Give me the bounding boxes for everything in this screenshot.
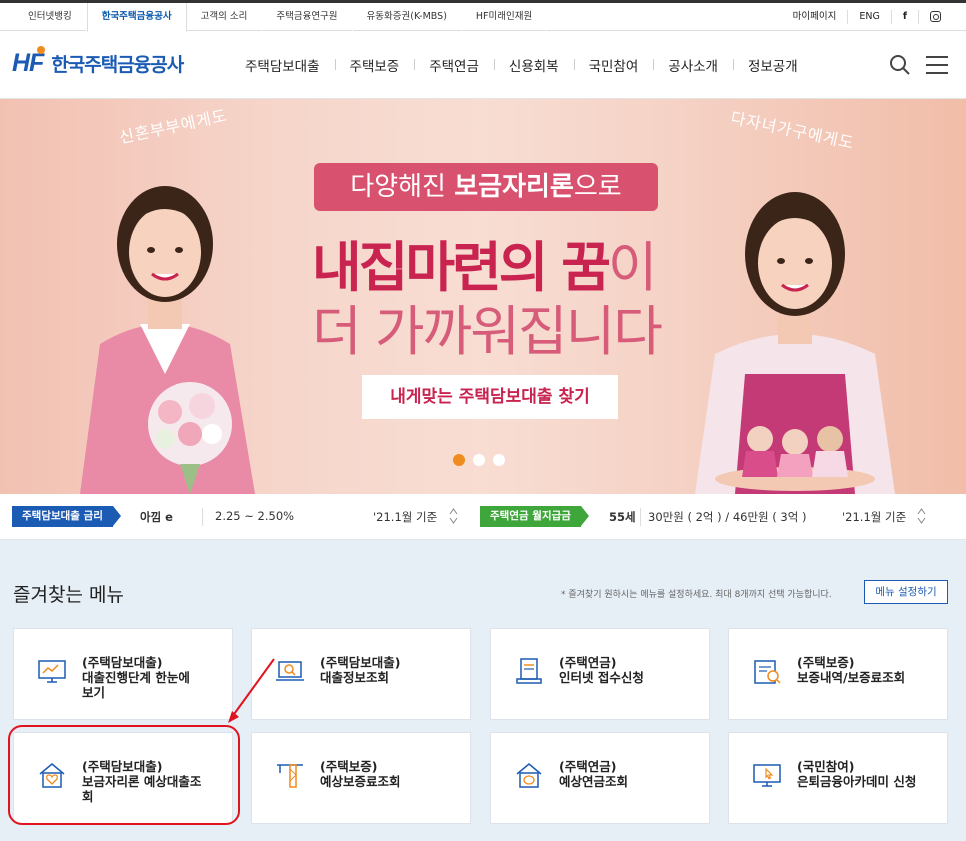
fav-card-loan-info[interactable]: (주택담보대출) 대출정보조회 xyxy=(251,628,471,720)
menu-settings-button[interactable]: 메뉴 설정하기 xyxy=(864,580,948,604)
nav-item-loan[interactable]: 주택담보대출 xyxy=(230,55,335,75)
model-left-image xyxy=(80,186,255,494)
logo-name: 한국주택금융공사 xyxy=(51,54,184,76)
mypage-link[interactable]: 마이페이지 xyxy=(782,10,848,24)
monitor-icon xyxy=(38,660,66,683)
slide-dot-1[interactable] xyxy=(453,454,465,466)
facebook-icon[interactable]: f xyxy=(890,10,918,24)
nav-item-credit[interactable]: 신용회복 xyxy=(493,55,574,75)
slide-dot-3[interactable] xyxy=(493,454,505,466)
card-category: (주택보증) xyxy=(320,759,378,774)
hamburger-menu-icon[interactable] xyxy=(926,56,948,74)
nav-item-disclosure[interactable]: 정보공개 xyxy=(732,55,813,75)
fav-card-guarantee-history[interactable]: (주택보증) 보증내역/보증료조회 xyxy=(728,628,948,720)
card-label: 예상연금조회 xyxy=(559,774,629,789)
card-label: 은퇴금융아카데미 신청 xyxy=(797,774,917,789)
main-nav: 주택담보대출 주택보증 주택연금 신용회복 국민참여 공사소개 정보공개 xyxy=(230,31,813,99)
site-tab-internet-banking[interactable]: 인터넷뱅킹 xyxy=(14,3,87,31)
loan-product-name: 아낌 e xyxy=(140,510,173,524)
favorites-title: 즐겨찾는 메뉴 xyxy=(13,584,124,606)
house-piggy-icon xyxy=(516,763,542,788)
logo-mark: HF xyxy=(12,46,46,78)
logo[interactable]: HF 한국주택금융공사 xyxy=(12,46,184,78)
search-icon[interactable] xyxy=(889,54,911,76)
nav-item-pension[interactable]: 주택연금 xyxy=(414,55,494,75)
favorites-note: * 즐겨찾기 원하시는 메뉴를 설정하세요. 최대 8개까지 선택 가능합니다. xyxy=(561,590,832,600)
loan-rate-updown-icon[interactable] xyxy=(449,507,458,525)
annotation-highlight-box xyxy=(8,725,240,825)
monitor-pointer-icon xyxy=(753,764,781,787)
card-label: 예상보증료조회 xyxy=(320,774,401,789)
card-label: 인터넷 접수신청 xyxy=(559,670,644,685)
pension-label: 주택연금 월지급금 xyxy=(480,506,589,527)
pension-age: 55세 xyxy=(609,510,636,524)
nav-item-guarantee[interactable]: 주택보증 xyxy=(334,55,415,75)
site-tab-kmbs[interactable]: 유동화증권(K-MBS) xyxy=(353,3,462,31)
site-tab-customer-voice[interactable]: 고객의 소리 xyxy=(187,3,263,31)
nav-item-about[interactable]: 공사소개 xyxy=(653,55,733,75)
card-category: (주택담보대출) xyxy=(320,655,401,670)
loan-rate-label: 주택담보대출 금리 xyxy=(12,506,121,527)
fav-card-academy[interactable]: (국민참여) 은퇴금융아카데미 신청 xyxy=(728,732,948,824)
site-tab-academy[interactable]: HF미래인재원 xyxy=(462,3,548,31)
card-category: (국민참여) xyxy=(797,759,855,774)
slide-dot-2[interactable] xyxy=(473,454,485,466)
header: HF 한국주택금융공사 주택담보대출 주택보증 주택연금 신용회복 국민참여 공… xyxy=(0,31,966,99)
instagram-link[interactable] xyxy=(918,10,952,24)
page: 인터넷뱅킹 한국주택금융공사 고객의 소리 주택금융연구원 유동화증권(K-MB… xyxy=(0,0,966,841)
nav-item-participation[interactable]: 국민참여 xyxy=(573,55,654,75)
card-category: (주택연금) xyxy=(559,759,617,774)
site-tab-research[interactable]: 주택금융연구원 xyxy=(262,3,353,31)
utility-links: 마이페이지 ENG f xyxy=(782,3,952,31)
model-right-image xyxy=(695,192,895,494)
site-tabs: 인터넷뱅킹 한국주택금융공사 고객의 소리 주택금융연구원 유동화증권(K-MB… xyxy=(14,3,548,32)
instagram-icon xyxy=(930,11,941,22)
rates-bar: 주택담보대출 금리 아낌 e 2.25 ~ 2.50% '21.1월 기준 주택… xyxy=(0,494,966,540)
loan-rate-range: 2.25 ~ 2.50% xyxy=(215,509,295,523)
fav-card-guarantee-fee[interactable]: (주택보증) 예상보증료조회 xyxy=(251,732,471,824)
hero-subheadline: 더 가까워집니다 xyxy=(312,300,663,363)
pension-updown-icon[interactable] xyxy=(917,507,926,525)
fav-card-loan-progress[interactable]: (주택담보대출) 대출진행단계 한눈에 보기 xyxy=(13,628,233,720)
loan-rate-basis: '21.1월 기준 xyxy=(373,510,438,524)
document-stack-icon xyxy=(516,658,542,684)
pension-basis: '21.1월 기준 xyxy=(842,510,907,524)
hero-tag: 다양해진 보금자리론으로 xyxy=(314,163,658,211)
card-label-cont: 보기 xyxy=(82,685,106,700)
card-category: (주택담보대출) xyxy=(82,655,163,670)
card-label: 대출정보조회 xyxy=(320,670,390,685)
crane-icon xyxy=(277,764,303,788)
fav-card-pension-estimate[interactable]: (주택연금) 예상연금조회 xyxy=(490,732,710,824)
eng-link[interactable]: ENG xyxy=(847,10,890,24)
utility-bar: 인터넷뱅킹 한국주택금융공사 고객의 소리 주택금융연구원 유동화증권(K-MB… xyxy=(0,0,966,32)
card-label: 대출진행단계 한눈에 xyxy=(82,670,190,685)
slide-indicators xyxy=(453,454,505,466)
hero-cta-button[interactable]: 내게맞는 주택담보대출 찾기 xyxy=(362,375,618,419)
card-category: (주택연금) xyxy=(559,655,617,670)
calendar-search-icon xyxy=(754,660,781,684)
site-tab-hf[interactable]: 한국주택금융공사 xyxy=(86,3,187,32)
annotation-arrow xyxy=(228,658,275,723)
card-category: (주택보증) xyxy=(797,655,855,670)
fav-card-pension-apply[interactable]: (주택연금) 인터넷 접수신청 xyxy=(490,628,710,720)
pension-amount: 30만원 ( 2억 ) / 46만원 ( 3억 ) xyxy=(648,510,807,524)
card-label: 보증내역/보증료조회 xyxy=(797,670,906,685)
hero-banner[interactable]: 신혼부부에게도 다자녀가구에게도 다양해진 보금자리론으로 내집마련의 꿈이 더… xyxy=(0,99,966,494)
